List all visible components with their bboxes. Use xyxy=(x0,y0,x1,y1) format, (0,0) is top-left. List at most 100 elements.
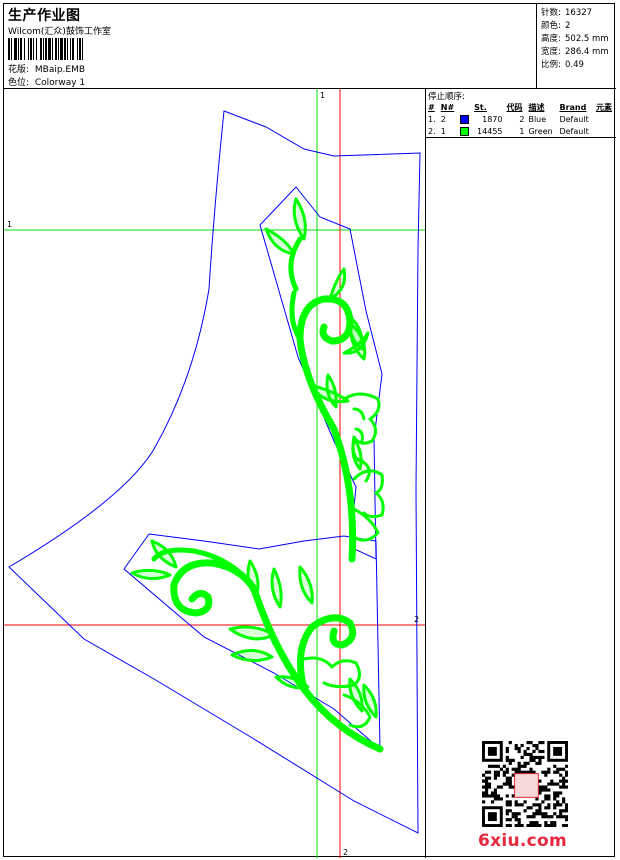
qr-module xyxy=(505,770,509,774)
barcode-bar xyxy=(14,38,17,60)
qr-module xyxy=(556,794,560,798)
row-description: Blue xyxy=(528,114,547,124)
qr-module xyxy=(547,806,551,810)
col-header-code: 代码 xyxy=(506,102,523,112)
qr-module xyxy=(517,746,521,751)
qr-module xyxy=(523,809,527,813)
barcode-bar xyxy=(77,38,78,60)
qr-module xyxy=(565,770,568,774)
stat-colors: 颜色: 2 xyxy=(541,19,570,31)
qr-module xyxy=(565,824,568,827)
qr-module xyxy=(538,749,542,754)
qr-module xyxy=(562,797,566,801)
qr-module xyxy=(520,743,524,748)
qr-module xyxy=(565,809,568,813)
qr-module xyxy=(508,803,512,807)
qr-module xyxy=(556,803,560,807)
qr-module xyxy=(496,797,500,801)
qr-module xyxy=(517,803,521,807)
qr-module xyxy=(517,749,521,754)
qr-module xyxy=(547,824,551,827)
barcode-bar xyxy=(72,38,74,60)
qr-module xyxy=(502,764,506,768)
qr-module xyxy=(529,824,533,827)
qr-module xyxy=(526,741,530,745)
qr-module xyxy=(526,815,530,819)
col-header-description: 描述 xyxy=(528,102,545,112)
qr-module xyxy=(553,794,557,798)
row-needle: 2 xyxy=(440,114,446,124)
qr-module xyxy=(538,824,542,827)
sheet-title: 生产作业图 xyxy=(8,8,81,24)
qr-module xyxy=(556,770,560,774)
barcode-bar xyxy=(36,38,37,60)
qr-code-icon xyxy=(482,741,568,827)
qr-module xyxy=(508,779,512,783)
barcode-bar xyxy=(30,38,32,60)
qr-module xyxy=(532,824,536,827)
qr-module xyxy=(514,746,518,751)
stat-value: 16327 xyxy=(565,8,593,18)
design-label: 花版: xyxy=(8,65,30,75)
col-header-element: 元素 xyxy=(595,102,612,112)
qr-module xyxy=(484,785,489,789)
qr-module xyxy=(490,791,495,795)
qr-module xyxy=(529,821,533,825)
guide-label-green-top: 1 xyxy=(320,91,325,100)
qr-module xyxy=(505,818,509,822)
barcode-bar xyxy=(24,38,25,60)
qr-module xyxy=(544,788,548,792)
stat-label: 高度: xyxy=(541,34,561,44)
qr-module xyxy=(559,785,563,789)
barcode-bar xyxy=(11,38,12,60)
qr-module xyxy=(550,779,554,783)
qr-module xyxy=(550,821,554,825)
qr-module xyxy=(482,779,486,783)
qr-module xyxy=(544,773,548,777)
qr-module xyxy=(562,767,566,771)
qr-module xyxy=(541,800,545,804)
qr-module xyxy=(553,791,557,795)
qr-module xyxy=(565,815,568,819)
qr-module xyxy=(562,779,566,783)
qr-module xyxy=(541,741,545,745)
qr-module xyxy=(559,803,563,807)
qr-module xyxy=(484,788,489,792)
qr-module xyxy=(541,755,545,759)
qr-module xyxy=(520,803,524,807)
barcode-bar xyxy=(43,38,44,60)
qr-module xyxy=(532,821,536,825)
qr-module xyxy=(544,821,548,825)
qr-module xyxy=(553,812,557,816)
color-sequence-table: # N# St. 代码 描述 Brand 元素 1. 2 1870 2 Blue… xyxy=(426,101,616,138)
qr-module xyxy=(496,785,500,789)
qr-module xyxy=(553,782,557,786)
qr-module xyxy=(505,758,509,762)
qr-module xyxy=(547,782,551,786)
qr-module xyxy=(529,758,533,762)
qr-module xyxy=(529,767,533,771)
qr-module xyxy=(523,749,527,754)
qr-module xyxy=(565,818,568,822)
row-element xyxy=(594,113,616,125)
qr-module xyxy=(490,794,495,798)
qr-module xyxy=(544,812,548,816)
qr-module xyxy=(550,782,554,786)
qr-module xyxy=(538,812,542,816)
qr-module xyxy=(565,773,568,777)
qr-module xyxy=(559,779,563,783)
qr-module xyxy=(508,776,512,780)
qr-module xyxy=(514,812,518,816)
qr-module xyxy=(508,818,512,822)
qr-module xyxy=(493,794,498,798)
color-swatch xyxy=(459,114,469,124)
embroidery-motif-upper xyxy=(264,197,385,563)
row-code: 2 xyxy=(519,114,525,124)
qr-module xyxy=(553,803,557,807)
qr-module xyxy=(559,773,563,777)
qr-module xyxy=(487,776,492,780)
row-swatch-cell xyxy=(458,113,472,125)
guide-label-red-bottom: 2 xyxy=(343,848,348,857)
qr-module xyxy=(559,809,563,813)
qr-module xyxy=(529,741,533,745)
